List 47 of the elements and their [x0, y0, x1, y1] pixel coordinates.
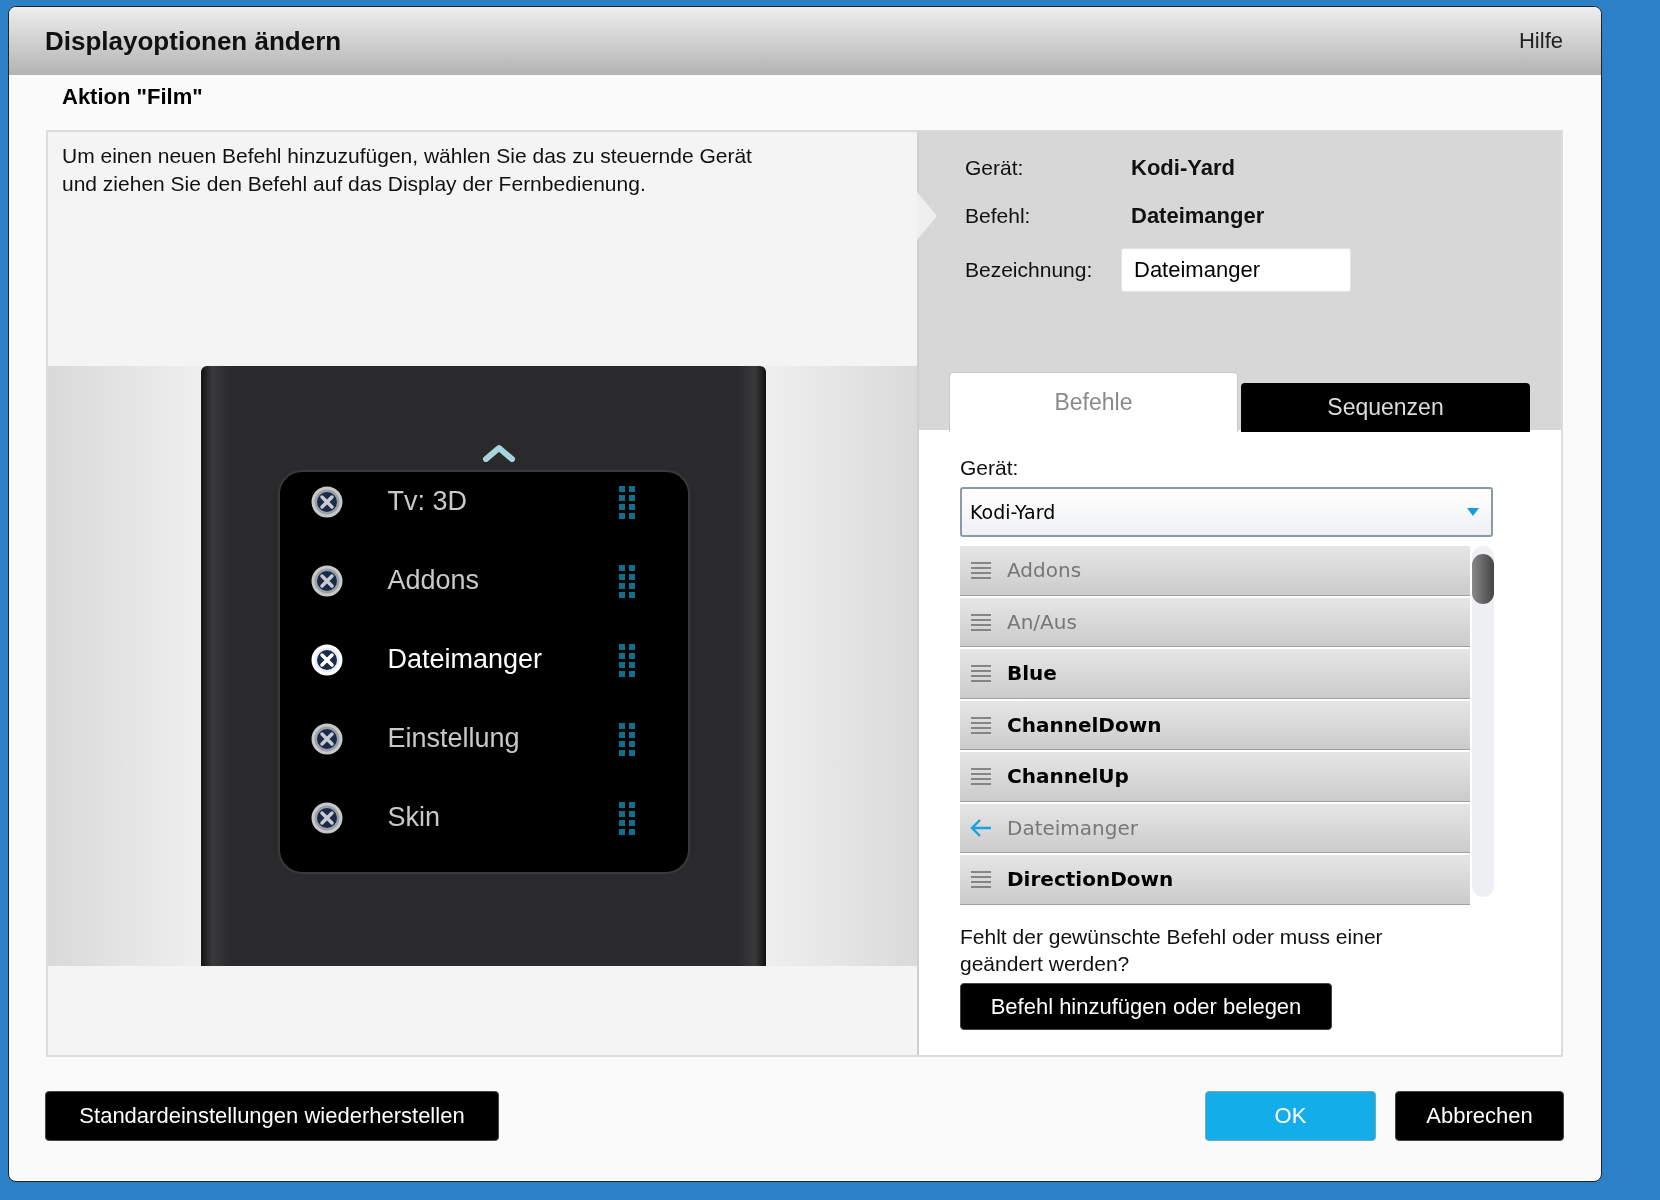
drag-lines-icon [969, 766, 993, 787]
scrollbar[interactable] [1472, 546, 1494, 897]
display-item[interactable]: Dateimanger [279, 620, 688, 699]
device-label: Gerät: [965, 156, 1025, 180]
drag-handle-icon[interactable] [617, 721, 636, 756]
remove-icon[interactable] [309, 642, 344, 677]
command-label: Befehl: [965, 204, 1032, 228]
drag-lines-icon [969, 714, 993, 735]
dialog-title: Displayoptionen ändern [45, 25, 342, 57]
drag-lines-icon [969, 869, 993, 890]
caret-icon [1467, 508, 1479, 516]
tab[interactable]: Sequenzen [1241, 383, 1530, 432]
remove-icon[interactable] [309, 563, 344, 598]
command-item[interactable]: Blue [960, 649, 1470, 699]
drag-handle-icon[interactable] [617, 642, 636, 677]
action-title: Aktion "Film" [61, 83, 204, 111]
remove-icon[interactable] [309, 800, 344, 835]
display-item[interactable]: Tv: 3D [279, 462, 688, 541]
display-item[interactable]: Skin [279, 778, 688, 857]
command-item[interactable]: ChannelUp [960, 752, 1470, 802]
drag-lines-icon [969, 560, 993, 581]
command-value: Dateimanger [1131, 203, 1265, 229]
command-item[interactable]: DirectionDown [960, 855, 1470, 905]
drag-lines-icon [969, 663, 993, 684]
missing-command-hint: Fehlt der gewünschte Befehl oder muss einer geändert werden? [960, 924, 1384, 977]
remove-icon[interactable] [309, 484, 344, 519]
device-dropdown[interactable]: Kodi-Yard [960, 487, 1493, 537]
cancel-button[interactable]: Abbrechen [1395, 1091, 1564, 1141]
drag-handle-icon[interactable] [617, 484, 636, 519]
display-item[interactable]: Einstellung [279, 699, 688, 778]
instructions-text: Um einen neuen Befehl hinzuzufügen, wählen Sie das zu steuernde Gerät und ziehen Sie den Befehl auf das Display der Fernbedienung. [61, 143, 753, 197]
remove-icon[interactable] [309, 721, 344, 756]
name-field[interactable]: Dateimanger [1121, 248, 1351, 292]
pointer-notch [917, 192, 937, 240]
device-value: Kodi-Yard [1131, 155, 1235, 181]
help-link[interactable]: Hilfe [1519, 28, 1563, 54]
display-item[interactable]: Addons [279, 541, 688, 620]
device-select-label: Gerät: [960, 456, 1020, 481]
name-label: Bezeichnung: [965, 258, 1094, 282]
drag-lines-icon [969, 611, 993, 632]
drag-handle-icon[interactable] [617, 800, 636, 835]
command-item[interactable]: ChannelDown [960, 700, 1470, 750]
reset-button[interactable]: Standardeinstellungen wiederherstellen [45, 1091, 499, 1141]
arrow-left-icon [969, 817, 993, 838]
add-command-button[interactable]: Befehl hinzufügen oder belegen [960, 983, 1332, 1030]
scroll-up-icon[interactable] [481, 444, 516, 462]
drag-handle-icon[interactable] [617, 563, 636, 598]
